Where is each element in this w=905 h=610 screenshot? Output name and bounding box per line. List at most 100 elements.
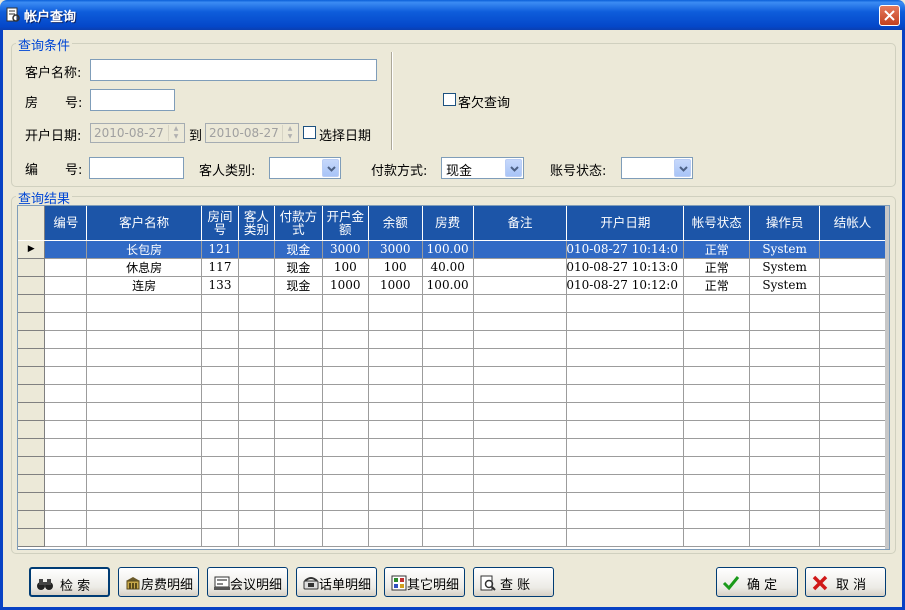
table-cell[interactable] xyxy=(819,402,886,421)
table-cell[interactable] xyxy=(473,528,568,547)
table-cell[interactable]: 100 xyxy=(322,258,369,277)
table-cell[interactable] xyxy=(44,294,88,313)
table-cell[interactable] xyxy=(86,366,203,385)
table-cell[interactable] xyxy=(819,240,886,259)
row-indicator[interactable]: ▶ xyxy=(18,240,46,259)
table-cell[interactable] xyxy=(322,294,369,313)
room-input[interactable] xyxy=(90,89,175,111)
table-cell[interactable]: 正常 xyxy=(683,240,751,259)
table-row[interactable] xyxy=(18,528,889,547)
table-cell[interactable] xyxy=(44,492,88,511)
table-cell[interactable] xyxy=(274,402,323,421)
table-cell[interactable] xyxy=(201,312,239,331)
table-cell[interactable] xyxy=(322,384,369,403)
table-cell[interactable] xyxy=(566,348,685,367)
table-cell[interactable] xyxy=(566,510,685,529)
table-cell[interactable] xyxy=(44,240,88,259)
table-cell[interactable]: 现金 xyxy=(274,240,323,259)
table-cell[interactable] xyxy=(86,438,203,457)
table-cell[interactable] xyxy=(473,510,568,529)
table-cell[interactable] xyxy=(368,402,423,421)
table-cell[interactable] xyxy=(749,510,821,529)
table-cell[interactable] xyxy=(422,402,474,421)
table-cell[interactable] xyxy=(44,420,88,439)
table-cell[interactable] xyxy=(566,492,685,511)
table-cell[interactable] xyxy=(473,258,568,277)
table-cell[interactable] xyxy=(238,258,275,277)
table-cell[interactable]: 40.00 xyxy=(422,258,474,277)
table-cell[interactable] xyxy=(86,492,203,511)
row-indicator[interactable] xyxy=(18,474,46,493)
search-button[interactable]: 检 索 xyxy=(29,567,110,597)
table-cell[interactable] xyxy=(238,294,275,313)
row-indicator[interactable] xyxy=(18,312,46,331)
table-cell[interactable] xyxy=(238,384,275,403)
table-cell[interactable] xyxy=(86,528,203,547)
table-cell[interactable] xyxy=(473,276,568,295)
table-cell[interactable] xyxy=(683,420,751,439)
table-cell[interactable] xyxy=(368,348,423,367)
column-header[interactable]: 结帐人 xyxy=(819,206,886,241)
table-cell[interactable] xyxy=(274,330,323,349)
table-cell[interactable] xyxy=(368,510,423,529)
table-cell[interactable] xyxy=(749,366,821,385)
table-cell[interactable] xyxy=(819,348,886,367)
row-indicator[interactable] xyxy=(18,276,46,295)
table-cell[interactable] xyxy=(44,348,88,367)
row-indicator[interactable] xyxy=(18,492,46,511)
table-cell[interactable] xyxy=(749,528,821,547)
row-indicator[interactable] xyxy=(18,258,46,277)
table-cell[interactable] xyxy=(201,528,239,547)
results-grid[interactable]: 编号 客户名称 房间号 客人类别 付款方式 开户金额 余额 房费 备注 开户日期 帐号状态 操作员 结帐… xyxy=(17,205,890,550)
table-cell[interactable] xyxy=(368,456,423,475)
table-cell[interactable] xyxy=(819,528,886,547)
table-cell[interactable] xyxy=(322,312,369,331)
table-cell[interactable]: 100.00 xyxy=(422,276,474,295)
table-cell[interactable] xyxy=(368,330,423,349)
table-cell[interactable] xyxy=(238,240,275,259)
table-cell[interactable] xyxy=(44,510,88,529)
row-indicator[interactable] xyxy=(18,438,46,457)
close-button[interactable] xyxy=(879,5,900,26)
table-cell[interactable]: System xyxy=(749,258,821,277)
table-cell[interactable] xyxy=(819,438,886,457)
room-detail-button[interactable]: 房费明细 xyxy=(118,567,199,597)
table-cell[interactable] xyxy=(368,474,423,493)
table-cell[interactable]: 117 xyxy=(201,258,239,277)
table-cell[interactable] xyxy=(322,330,369,349)
table-cell[interactable] xyxy=(749,330,821,349)
table-cell[interactable] xyxy=(274,384,323,403)
table-cell[interactable] xyxy=(819,276,886,295)
table-cell[interactable] xyxy=(819,474,886,493)
table-row[interactable] xyxy=(18,330,889,349)
table-cell[interactable] xyxy=(201,474,239,493)
table-cell[interactable] xyxy=(473,402,568,421)
table-cell[interactable] xyxy=(238,510,275,529)
table-cell[interactable]: 连房 xyxy=(86,276,203,295)
table-cell[interactable] xyxy=(749,312,821,331)
table-cell[interactable] xyxy=(86,294,203,313)
table-cell[interactable] xyxy=(566,384,685,403)
table-cell[interactable] xyxy=(201,402,239,421)
table-cell[interactable]: System xyxy=(749,276,821,295)
table-cell[interactable] xyxy=(749,438,821,457)
table-row[interactable] xyxy=(18,438,889,457)
table-cell[interactable] xyxy=(473,240,568,259)
table-cell[interactable] xyxy=(322,402,369,421)
table-cell[interactable]: 100 xyxy=(368,258,423,277)
table-cell[interactable] xyxy=(322,438,369,457)
table-cell[interactable] xyxy=(749,384,821,403)
table-cell[interactable] xyxy=(566,528,685,547)
row-indicator[interactable] xyxy=(18,366,46,385)
table-cell[interactable] xyxy=(566,438,685,457)
table-row[interactable] xyxy=(18,510,889,529)
check-account-button[interactable]: 查 账 xyxy=(473,567,554,597)
table-row[interactable] xyxy=(18,384,889,403)
table-cell[interactable] xyxy=(44,366,88,385)
date-from-spinner[interactable]: ▲ ▼ xyxy=(168,125,183,141)
table-cell[interactable] xyxy=(683,510,751,529)
table-row[interactable] xyxy=(18,312,889,331)
arrears-checkbox[interactable] xyxy=(443,93,456,106)
table-cell[interactable] xyxy=(322,420,369,439)
column-header[interactable]: 客人类别 xyxy=(238,206,275,241)
